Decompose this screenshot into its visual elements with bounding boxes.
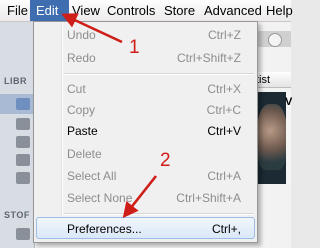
menu-file[interactable]: File (1, 0, 34, 21)
menu-item-delete[interactable]: Delete (36, 143, 255, 165)
menu-item-shortcut: Ctrl+A (207, 169, 241, 183)
menu-item-shortcut: Ctrl+V (207, 124, 241, 138)
edit-menu-dropdown: Undo Ctrl+Z Redo Ctrl+Shift+Z Cut Ctrl+X… (33, 21, 258, 243)
menu-view[interactable]: View (66, 0, 106, 21)
menu-item-shortcut: Ctrl+X (207, 82, 241, 96)
menu-item-select-all[interactable]: Select All Ctrl+A (36, 165, 255, 187)
menu-item-cut[interactable]: Cut Ctrl+X (36, 78, 255, 100)
step-2-callout: 2 (160, 150, 171, 171)
tv-icon (16, 136, 30, 148)
store-icon (16, 228, 30, 240)
artwork-image (257, 104, 287, 170)
menu-item-label: Select None (67, 191, 133, 205)
menu-item-redo[interactable]: Redo Ctrl+Shift+Z (36, 47, 255, 69)
artwork-edge: V (285, 92, 293, 184)
menu-item-label: Select All (67, 169, 117, 183)
menu-item-label: Cut (67, 82, 86, 96)
artwork-letter: V (285, 96, 293, 108)
menu-item-shortcut: Ctrl+C (206, 103, 241, 117)
menu-advanced[interactable]: Advanced (198, 0, 268, 21)
menu-separator (64, 73, 254, 75)
menu-separator (64, 213, 254, 215)
step-1-callout: 1 (129, 37, 140, 58)
menu-item-label: Preferences... (67, 222, 142, 236)
menu-help[interactable]: Help (260, 0, 299, 21)
source-list: LIBR STOF (0, 22, 35, 248)
menu-item-shortcut: Ctrl+Z (208, 28, 241, 42)
podcast-icon (16, 154, 30, 166)
radio-icon (16, 172, 30, 184)
menu-edit[interactable]: Edit (30, 0, 69, 21)
menu-item-label: Redo (67, 51, 96, 65)
menu-item-label: Undo (67, 28, 96, 42)
menu-bar: File Edit View Controls Store Advanced H… (0, 0, 293, 22)
music-icon (16, 98, 30, 110)
library-heading: LIBR (4, 76, 27, 86)
menu-controls[interactable]: Controls (101, 0, 161, 21)
volume-knob[interactable] (268, 33, 282, 47)
menu-item-shortcut: Ctrl+Shift+Z (176, 51, 241, 65)
menu-item-select-none[interactable]: Select None Ctrl+Shift+A (36, 187, 255, 209)
menu-item-copy[interactable]: Copy Ctrl+C (36, 99, 255, 121)
menu-store[interactable]: Store (158, 0, 201, 21)
menu-item-label: Paste (67, 124, 98, 138)
menu-item-paste[interactable]: Paste Ctrl+V (36, 120, 255, 142)
menu-item-label: Delete (67, 147, 102, 161)
menu-item-undo[interactable]: Undo Ctrl+Z (36, 24, 255, 46)
movies-icon (16, 118, 30, 130)
menu-item-shortcut: Ctrl+Shift+A (176, 191, 241, 205)
menu-item-preferences[interactable]: Preferences... Ctrl+, (36, 217, 255, 239)
menu-item-label: Copy (67, 103, 96, 117)
menu-item-shortcut: Ctrl+, (211, 222, 241, 236)
store-heading: STOF (4, 210, 30, 220)
